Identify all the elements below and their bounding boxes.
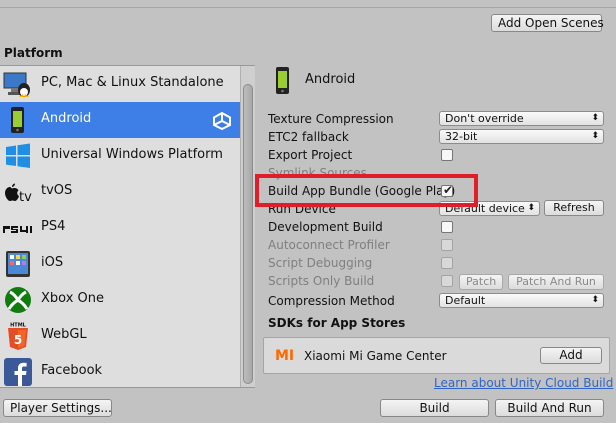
sdks-header: SDKs for App Stores (268, 316, 406, 330)
platform-item-ps4[interactable]: PS4 (0, 210, 240, 246)
svg-text:tv: tv (19, 190, 32, 205)
build-and-run-button[interactable]: Build And Run (495, 399, 604, 417)
patch-button[interactable]: Patch (459, 274, 503, 290)
scrollbar-thumb[interactable] (243, 84, 253, 384)
chevron-updown-icon: ⬍ (527, 203, 535, 213)
sdk-name: Xiaomi Mi Game Center (304, 349, 447, 363)
selected-platform-title: Android (305, 72, 356, 87)
platform-label: tvOS (41, 183, 73, 198)
compression-method-label: Compression Method (268, 294, 395, 308)
platform-label: Xbox One (41, 291, 105, 306)
texture-compression-label: Texture Compression (268, 112, 394, 126)
build-button[interactable]: Build (380, 399, 489, 417)
platform-label: iOS (41, 255, 64, 270)
script-debugging-label: Script Debugging (268, 256, 373, 270)
scripts-only-build-label: Scripts Only Build (268, 274, 375, 288)
windows-logo-icon (6, 143, 30, 168)
platform-label: WebGL (41, 327, 87, 342)
dropdown-value: 32-bit (445, 130, 478, 143)
script-debugging-checkbox[interactable] (441, 257, 453, 269)
android-phone-icon (276, 67, 289, 94)
pc-mac-linux-icon (3, 72, 30, 97)
html5-logo-icon: 5 HTML (8, 323, 28, 350)
facebook-logo-icon (4, 358, 32, 386)
development-build-label: Development Build (268, 220, 383, 234)
patch-and-run-button[interactable]: Patch And Run (508, 274, 604, 290)
platform-list-scrollbar[interactable] (240, 66, 255, 387)
ipad-icon (6, 251, 30, 277)
unity-logo-icon (213, 112, 231, 130)
platform-item-webgl[interactable]: 5 HTML WebGL (0, 318, 240, 354)
xbox-logo-icon (5, 287, 31, 313)
html5-text: HTML (10, 323, 27, 329)
development-build-checkbox[interactable] (441, 221, 453, 233)
add-sdk-button[interactable]: Add (540, 347, 602, 364)
scripts-only-build-checkbox[interactable] (441, 275, 453, 287)
platform-item-pc-mac-linux[interactable]: PC, Mac & Linux Standalone (0, 66, 240, 102)
etc2-fallback-dropdown[interactable]: 32-bit ⬍ (439, 129, 604, 144)
chevron-updown-icon: ⬍ (591, 295, 599, 305)
compression-method-dropdown[interactable]: Default ⬍ (439, 293, 604, 308)
platform-item-facebook[interactable]: Facebook (0, 354, 240, 387)
sdk-item-xiaomi: ΜΙ Xiaomi Mi Game Center Add (263, 337, 610, 374)
platform-label: Android (41, 111, 92, 126)
texture-compression-dropdown[interactable]: Don't override ⬍ (439, 111, 604, 126)
svg-text:5: 5 (14, 333, 22, 347)
platform-label: Facebook (41, 363, 103, 378)
platform-label: Universal Windows Platform (41, 147, 223, 162)
etc2-fallback-label: ETC2 fallback (268, 130, 349, 144)
refresh-button[interactable]: Refresh (544, 200, 604, 216)
cloud-build-link[interactable]: Learn about Unity Cloud Build (434, 376, 613, 390)
dropdown-value: Default (445, 294, 486, 307)
chevron-updown-icon: ⬍ (591, 113, 599, 123)
highlight-box (255, 174, 478, 207)
platform-item-ios[interactable]: iOS (0, 246, 240, 282)
platform-label: PC, Mac & Linux Standalone (41, 75, 224, 90)
platform-item-android[interactable]: Android (0, 102, 240, 138)
platform-item-uwp[interactable]: Universal Windows Platform (0, 138, 240, 174)
top-divider (0, 0, 616, 8)
dropdown-value: Don't override (445, 112, 524, 125)
export-project-label: Export Project (268, 148, 353, 162)
ps4-logo-icon (3, 226, 32, 233)
xiaomi-logo-icon: ΜΙ (275, 348, 295, 364)
platform-list: PC, Mac & Linux Standalone Android Unive… (0, 65, 255, 388)
chevron-updown-icon: ⬍ (591, 131, 599, 141)
platform-header: Platform (4, 46, 63, 60)
player-settings-button[interactable]: Player Settings... (3, 399, 112, 417)
android-phone-icon (11, 107, 24, 133)
autoconnect-profiler-checkbox[interactable] (441, 239, 453, 251)
apple-tv-icon: tv (5, 183, 32, 205)
add-open-scenes-button[interactable]: Add Open Scenes (491, 14, 604, 32)
autoconnect-profiler-label: Autoconnect Profiler (268, 238, 390, 252)
platform-item-xbox-one[interactable]: Xbox One (0, 282, 240, 318)
platform-item-tvos[interactable]: tv tvOS (0, 174, 240, 210)
platform-label: PS4 (41, 219, 66, 234)
export-project-checkbox[interactable] (441, 149, 453, 161)
